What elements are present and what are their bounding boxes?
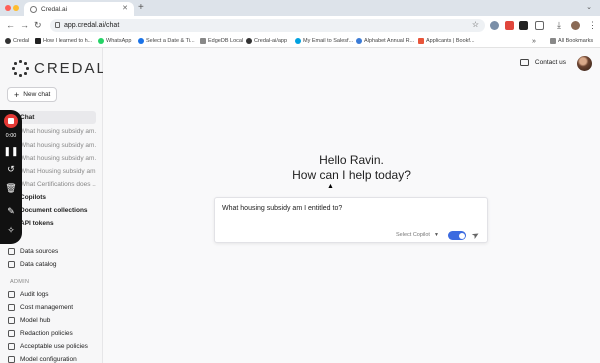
chat-history-item[interactable]: What housing subsidy am...: [20, 155, 96, 162]
sidebar-item-model-configuration[interactable]: Model configuration: [8, 356, 77, 363]
browser-tab[interactable]: Credal.ai ✕: [24, 2, 134, 16]
settings-icon: [8, 356, 15, 363]
data-catalog-icon: [8, 261, 15, 268]
sidebar-item-data-sources[interactable]: Data sources: [8, 248, 58, 255]
greeting-line-1: Hello Ravin.: [319, 153, 384, 167]
bookmarks-overflow[interactable]: »: [532, 38, 536, 45]
bookmark-item[interactable]: Select a Date & Ti...: [138, 38, 195, 44]
model-hub-icon: [8, 317, 15, 324]
logo-icon: [12, 60, 29, 77]
reload-icon[interactable]: ↻: [34, 19, 42, 31]
all-bookmarks[interactable]: All Bookmarks: [550, 38, 593, 44]
menu-kebab-icon[interactable]: ⋮: [588, 19, 597, 31]
sidebar-item-acceptable-use-policies[interactable]: Acceptable use policies: [8, 343, 88, 350]
profile-avatar[interactable]: [571, 21, 580, 30]
contact-us-button[interactable]: Contact us: [519, 59, 566, 66]
browser-toolbar: ← → ↻ app.credal.ai/chat ☆ ⤓ ⋮: [0, 16, 600, 35]
audit-logs-icon: [8, 291, 15, 298]
chat-history-item[interactable]: What Housing subsidy am...: [20, 168, 96, 175]
sidebar-item-model-hub[interactable]: Model hub: [8, 317, 50, 324]
greeting-line-2: How can I help today?: [292, 168, 411, 182]
tab-favicon-icon: [30, 5, 37, 13]
main-panel: Contact us Hello Ravin. How can I help t…: [103, 48, 600, 363]
cost-icon: [8, 304, 15, 311]
sidebar-item-data-catalog[interactable]: Data catalog: [8, 261, 57, 268]
sidebar-item-redaction-policies[interactable]: Redaction policies: [8, 330, 73, 337]
chat-history-item[interactable]: What Certifications does ...: [20, 181, 96, 188]
bookmark-favicon-icon: [35, 38, 41, 44]
chat-bubble-icon: [519, 59, 529, 66]
bookmark-item[interactable]: How I learned to h...: [35, 38, 92, 44]
bookmark-item[interactable]: EdgeDB Local: [200, 38, 243, 44]
bookmark-item[interactable]: Applicants | Bookf...: [418, 38, 475, 44]
sparkle-icon[interactable]: ✧: [0, 225, 22, 235]
cloud-icon: [356, 38, 362, 44]
chat-input-box: What housing subsidy am I entitled to? S…: [214, 197, 488, 243]
browser-tab-bar: Credal.ai ✕ + ⌄: [0, 0, 600, 16]
new-chat-button[interactable]: + New chat: [7, 87, 57, 102]
sidebar-item-api-tokens[interactable]: API tokens: [20, 220, 96, 227]
copilot-select[interactable]: Select Copilot ▼: [396, 232, 439, 238]
bookmark-favicon-icon: [418, 38, 424, 44]
new-tab-button[interactable]: +: [138, 2, 144, 13]
sidebar-item-chat[interactable]: Chat: [20, 114, 96, 121]
calendar-icon: [138, 38, 144, 44]
download-icon[interactable]: ⤓: [557, 19, 561, 31]
bookmark-item[interactable]: Alphabet Annual R...: [356, 38, 414, 44]
redaction-icon: [8, 330, 15, 337]
extension-icon[interactable]: [490, 21, 499, 30]
plus-icon: +: [14, 89, 20, 100]
logo-text: CREDAL: [34, 60, 107, 77]
send-icon[interactable]: ➤: [470, 229, 482, 242]
salesforce-icon: [295, 38, 301, 44]
pen-icon[interactable]: ✎: [0, 206, 22, 216]
tab-title: Credal.ai: [41, 5, 68, 13]
tab-close-icon[interactable]: ✕: [122, 4, 128, 12]
minimize-window-button[interactable]: [13, 5, 19, 11]
user-avatar[interactable]: [577, 56, 592, 71]
bookmark-item[interactable]: My Email to Salesf...: [295, 38, 353, 44]
toggle-switch[interactable]: [448, 231, 466, 240]
extension-icon[interactable]: [519, 21, 528, 30]
forward-arrow-icon[interactable]: →: [20, 19, 29, 31]
bookmark-favicon-icon: [200, 38, 206, 44]
mouse-cursor-icon: ▲: [327, 183, 334, 190]
lock-icon: [55, 22, 60, 28]
bookmark-item[interactable]: Credal: [5, 38, 29, 44]
recording-time: 0:00: [5, 133, 17, 139]
bookmark-item[interactable]: Credal-ai/app: [246, 38, 287, 44]
chat-input[interactable]: What housing subsidy am I entitled to?: [222, 205, 342, 212]
address-bar[interactable]: app.credal.ai/chat ☆: [50, 19, 485, 32]
close-window-button[interactable]: [5, 5, 11, 11]
bookmark-item[interactable]: WhatsApp: [98, 38, 131, 44]
shield-extension-icon[interactable]: [505, 21, 514, 30]
chat-history-item[interactable]: What housing subsidy am...: [20, 142, 96, 149]
restart-icon[interactable]: ↺: [0, 164, 22, 174]
admin-section-label: ADMIN: [10, 279, 30, 285]
credal-logo[interactable]: CREDAL: [12, 60, 107, 77]
url-text: app.credal.ai/chat: [64, 22, 120, 29]
folder-icon: [550, 38, 556, 44]
screen-recorder-bar: 0:00 ❚❚ ↺ 🗑 ✎ ✧: [0, 110, 22, 244]
warning-icon: [8, 343, 15, 350]
github-icon: [246, 38, 252, 44]
back-arrow-icon[interactable]: ←: [6, 19, 15, 31]
sidebar-item-document-collections[interactable]: Document collections: [20, 207, 96, 214]
sidebar-item-audit-logs[interactable]: Audit logs: [8, 291, 49, 298]
greeting: Hello Ravin. How can I help today?: [103, 153, 600, 183]
trash-icon[interactable]: 🗑: [0, 183, 22, 193]
github-icon: [5, 38, 11, 44]
stop-recording-button[interactable]: [4, 114, 18, 128]
chat-history-item[interactable]: What housing subsidy am...: [20, 128, 96, 135]
bookmark-star-icon[interactable]: ☆: [472, 20, 479, 29]
whatsapp-icon: [98, 38, 104, 44]
sidebar-item-copilots[interactable]: Copilots: [20, 194, 96, 201]
chevron-down-icon: ▼: [433, 232, 439, 238]
tab-search-chevron-icon[interactable]: ⌄: [586, 3, 592, 11]
pause-icon[interactable]: ❚❚: [0, 146, 22, 156]
data-sources-icon: [8, 248, 15, 255]
sidebar-item-cost-management[interactable]: Cost management: [8, 304, 73, 311]
puzzle-icon[interactable]: [535, 21, 544, 30]
bookmarks-bar: Credal How I learned to h... WhatsApp Se…: [0, 35, 600, 48]
